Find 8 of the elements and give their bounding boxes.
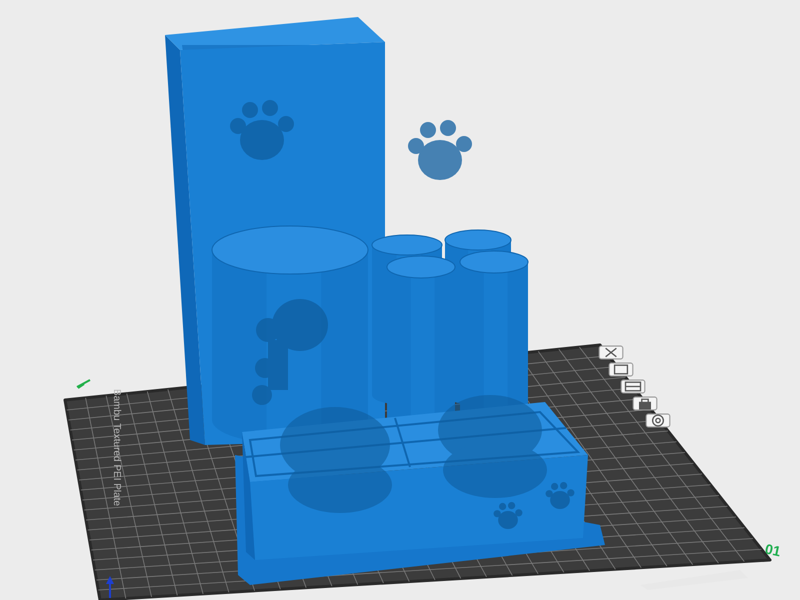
plate-number-label: 01 — [762, 540, 783, 562]
plate-name-label: Bambu Textured PEI Plate — [110, 388, 124, 506]
layout-icon[interactable] — [620, 379, 646, 394]
y-axis-arrow — [106, 576, 114, 598]
x-mark-icon[interactable] — [598, 345, 624, 360]
gear-icon[interactable] — [645, 413, 671, 428]
frame-icon[interactable] — [608, 362, 634, 377]
lock-icon[interactable] — [632, 396, 658, 411]
